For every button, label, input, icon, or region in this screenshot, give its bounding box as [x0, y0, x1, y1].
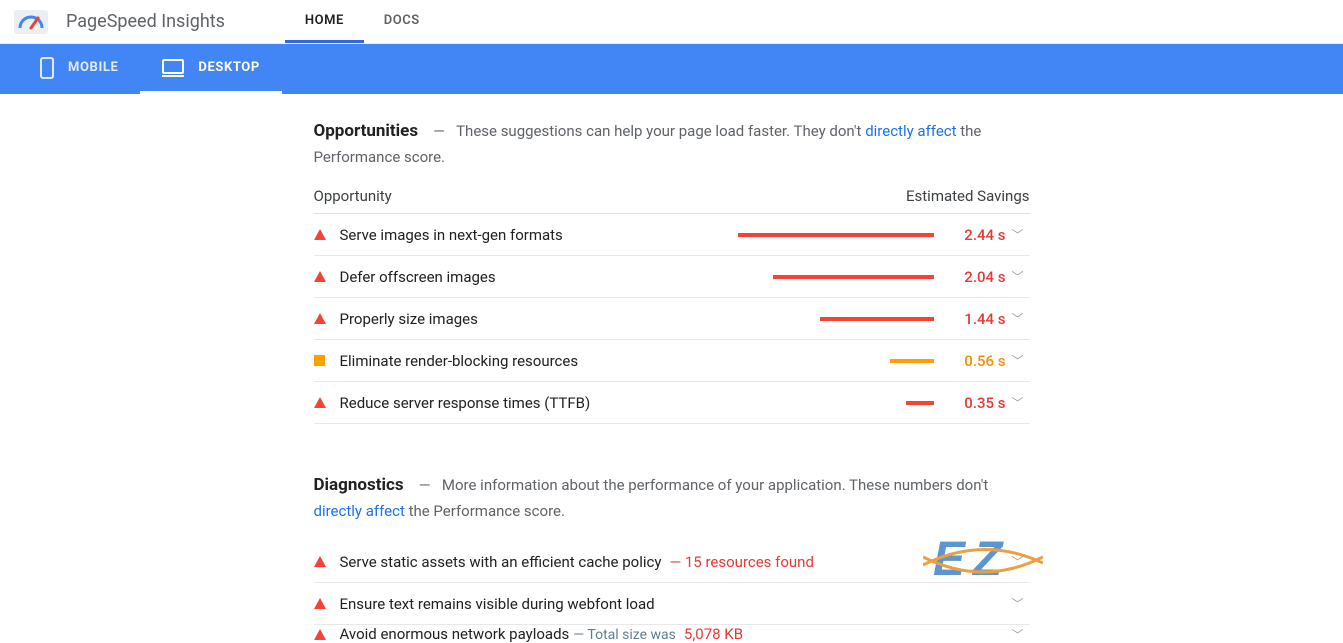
diagnostics-title: Diagnostics [314, 475, 404, 495]
chevron-down-icon[interactable]: ﹀ [1006, 268, 1030, 285]
main-content: Opportunities — These suggestions can he… [314, 94, 1030, 643]
opportunity-row[interactable]: Defer offscreen images 2.04 s﹀ [314, 256, 1030, 298]
opportunities-header: Opportunities — These suggestions can he… [314, 118, 1030, 169]
col-savings: Estimated Savings [906, 187, 1030, 205]
severity-icon [314, 313, 336, 324]
severity-icon [314, 629, 336, 640]
diagnostic-label: Serve static assets with an efficient ca… [336, 553, 814, 571]
opportunity-row[interactable]: Reduce server response times (TTFB) 0.35 … [314, 382, 1030, 424]
savings-bar [738, 359, 934, 363]
tab-desktop-label: DESKTOP [198, 60, 259, 75]
nav-docs[interactable]: DOCS [364, 0, 440, 43]
chevron-down-icon[interactable]: ﹀ [1006, 595, 1030, 612]
chevron-down-icon[interactable]: ﹀ [1006, 352, 1030, 369]
chevron-down-icon[interactable]: ﹀ [1006, 226, 1030, 243]
savings-value: 0.56 s [944, 352, 1006, 370]
diagnostics-header: Diagnostics — More information about the… [314, 472, 1030, 523]
severity-icon [314, 556, 336, 567]
opportunity-row[interactable]: Serve images in next-gen formats 2.44 s﹀ [314, 214, 1030, 256]
chevron-down-icon[interactable]: ﹀ [1006, 553, 1030, 570]
opportunity-row[interactable]: Eliminate render-blocking resources 0.56 … [314, 340, 1030, 382]
diagnostics-desc-link[interactable]: directly affect [314, 502, 405, 520]
severity-icon [314, 355, 336, 366]
diagnostic-row[interactable]: Ensure text remains visible during webfo… [314, 583, 1030, 625]
chevron-down-icon[interactable]: ﹀ [1006, 626, 1030, 643]
savings-bar [738, 233, 934, 237]
opportunity-row[interactable]: Properly size images 1.44 s﹀ [314, 298, 1030, 340]
chevron-down-icon[interactable]: ﹀ [1006, 310, 1030, 327]
diagnostic-row[interactable]: Serve static assets with an efficient ca… [314, 541, 1030, 583]
opportunity-label: Defer offscreen images [336, 268, 496, 286]
mobile-icon [40, 57, 54, 79]
diagnostic-label: Avoid enormous network payloads— Total s… [336, 625, 744, 643]
savings-value: 2.04 s [944, 268, 1006, 286]
savings-bar [738, 275, 934, 279]
savings-value: 1.44 s [944, 310, 1006, 328]
desktop-icon [162, 59, 184, 77]
chevron-down-icon[interactable]: ﹀ [1006, 394, 1030, 411]
tab-mobile[interactable]: MOBILE [18, 44, 140, 94]
tab-desktop[interactable]: DESKTOP [140, 44, 281, 94]
opportunities-list-header: Opportunity Estimated Savings [314, 187, 1030, 214]
savings-value: 2.44 s [944, 226, 1006, 244]
savings-bar [738, 317, 934, 321]
opportunity-label: Reduce server response times (TTFB) [336, 394, 591, 412]
severity-icon [314, 397, 336, 408]
top-nav: HOME DOCS [285, 0, 440, 43]
opportunity-label: Properly size images [336, 310, 478, 328]
opportunity-label: Serve images in next-gen formats [336, 226, 563, 244]
opportunities-desc-link[interactable]: directly affect [865, 122, 956, 140]
diagnostic-label: Ensure text remains visible during webfo… [336, 595, 655, 613]
col-opportunity: Opportunity [314, 187, 392, 205]
opportunity-label: Eliminate render-blocking resources [336, 352, 579, 370]
product-logo [14, 10, 48, 34]
severity-icon [314, 598, 336, 609]
device-tabs: MOBILE DESKTOP [0, 44, 1343, 94]
diagnostics-desc-before: More information about the performance o… [442, 476, 988, 494]
nav-home[interactable]: HOME [285, 0, 364, 43]
opportunities-list: Serve images in next-gen formats2.44 s﹀D… [314, 214, 1030, 424]
savings-value: 0.35 s [944, 394, 1006, 412]
opportunities-title: Opportunities [314, 121, 419, 141]
opportunities-desc-before: These suggestions can help your page loa… [456, 122, 865, 140]
diagnostics-list: Serve static assets with an efficient ca… [314, 541, 1030, 643]
savings-bar [738, 401, 934, 405]
top-bar: PageSpeed Insights HOME DOCS [0, 0, 1343, 44]
severity-icon [314, 271, 336, 282]
severity-icon [314, 229, 336, 240]
diagnostics-desc-after: the Performance score. [405, 502, 565, 520]
product-title: PageSpeed Insights [66, 11, 225, 32]
diagnostic-row[interactable]: Avoid enormous network payloads— Total s… [314, 625, 1030, 643]
tab-mobile-label: MOBILE [68, 60, 118, 75]
